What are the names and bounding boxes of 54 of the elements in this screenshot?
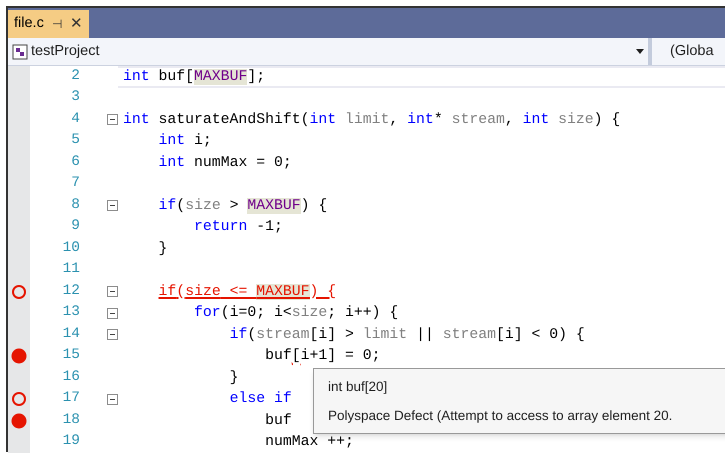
- code-line: int i;: [158, 132, 212, 150]
- line-number: 18: [62, 410, 80, 430]
- code-line: if(stream[i] > limit || stream[i] < 0) {: [228, 326, 585, 344]
- line-number: 9: [70, 217, 80, 236]
- line-number: 7: [70, 174, 80, 194]
- scope-dropdown[interactable]: (Globa: [652, 40, 714, 62]
- code-line: if(size > MAXBUF) {: [158, 196, 328, 215]
- filled-circle-icon[interactable]: [11, 412, 27, 429]
- collapse-icon[interactable]: [107, 200, 118, 212]
- tooltip-text: int buf[20]: [328, 378, 388, 396]
- code-line: return -1;: [193, 218, 283, 236]
- tooltip-text: Polyspace Defect (Attempt to access to array element 20.: [328, 407, 674, 425]
- code-line: int buf[MAXBUF];: [123, 68, 266, 86]
- collapse-icon[interactable]: [107, 286, 118, 298]
- code-line: buf: [264, 412, 292, 430]
- code-line: buf[i+1] = 0;: [264, 347, 381, 366]
- collapse-icon[interactable]: [107, 114, 118, 126]
- line-number: 10: [62, 238, 80, 258]
- line-number: 5: [70, 131, 80, 150]
- project-name: testProject: [31, 42, 100, 61]
- line-number: 12: [62, 282, 80, 301]
- tab-title: file.c: [14, 14, 44, 34]
- line-number: 16: [62, 368, 80, 387]
- code-line: int saturateAndShift(int limit, int* stream, int size) {: [123, 110, 620, 129]
- line-number: 19: [62, 432, 80, 452]
- pin-icon[interactable]: ⊣: [52, 15, 62, 33]
- code-line: numMax ++;: [264, 433, 354, 452]
- line-number: 3: [70, 88, 80, 108]
- collapse-icon[interactable]: [107, 394, 118, 405]
- line-number: 4: [70, 110, 80, 129]
- line-number: 8: [70, 196, 80, 215]
- line-number: 2: [70, 66, 80, 86]
- close-icon[interactable]: ✕: [70, 12, 83, 36]
- code-line: }: [228, 368, 238, 387]
- line-number: 11: [62, 260, 80, 280]
- line-number: 14: [62, 324, 80, 344]
- line-number: 15: [62, 346, 80, 366]
- file-tab[interactable]: file.c ⊣ ✕: [8, 10, 89, 38]
- collapse-icon[interactable]: [107, 329, 118, 340]
- hollow-circle-icon[interactable]: [11, 391, 27, 408]
- filled-circle-icon[interactable]: [11, 348, 27, 364]
- code-line: else if: [228, 390, 292, 408]
- code-line: }: [158, 240, 168, 258]
- code-line: if(size <= MAXBUF) {: [158, 282, 336, 301]
- line-number: 17: [62, 389, 80, 408]
- project-icon: [12, 44, 28, 60]
- line-number: 13: [62, 303, 80, 322]
- collapse-icon[interactable]: [107, 308, 118, 319]
- code-line: for(i=0; i<size; i++) {: [193, 304, 398, 322]
- project-dropdown[interactable]: testProject: [8, 38, 648, 65]
- line-number: 6: [70, 152, 80, 172]
- hollow-circle-icon[interactable]: [11, 284, 27, 300]
- caret-icon: [636, 49, 644, 54]
- code-line: int numMax = 0;: [158, 154, 292, 172]
